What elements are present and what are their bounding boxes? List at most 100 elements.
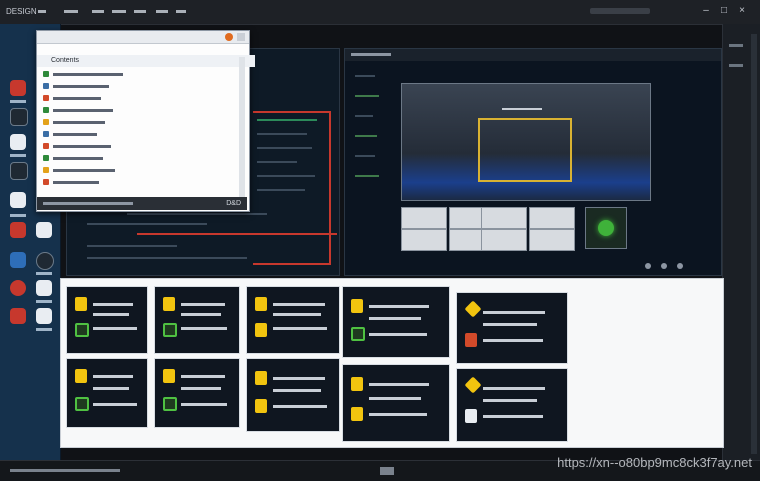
list-item[interactable] [37, 153, 237, 165]
tile-card[interactable] [456, 368, 568, 442]
sidebar-label [10, 100, 26, 103]
transport-controls[interactable] [645, 263, 705, 269]
sidebar-app-icon[interactable] [36, 280, 52, 296]
list-item[interactable] [37, 177, 237, 189]
folder-icon [255, 297, 267, 311]
file-icon [43, 131, 49, 138]
selection-box[interactable] [478, 118, 572, 182]
list-item[interactable] [37, 105, 237, 117]
scrollbar[interactable] [751, 34, 757, 454]
file-icon [43, 119, 49, 126]
file-icon [43, 143, 49, 150]
preview-button[interactable] [401, 229, 447, 251]
sidebar-label [10, 154, 26, 157]
tile-card[interactable] [246, 286, 340, 354]
list-item[interactable] [37, 141, 237, 153]
run-button[interactable] [585, 207, 627, 249]
menu-bar: DESIGN – □ × [0, 0, 760, 25]
minimize-icon[interactable]: – [700, 6, 712, 16]
sidebar-app-icon[interactable] [36, 252, 54, 270]
menu-item[interactable] [134, 10, 146, 13]
sidebar-label [36, 272, 52, 275]
file-icon [43, 83, 49, 90]
menu-item[interactable] [112, 10, 126, 13]
menu-item-file[interactable]: DESIGN [6, 7, 37, 17]
status-text: D&D [226, 200, 241, 207]
scrollbar[interactable] [239, 57, 245, 207]
list-item[interactable] [37, 165, 237, 177]
check-icon [163, 397, 177, 411]
app-icon [465, 409, 477, 423]
menu-item[interactable] [92, 10, 104, 13]
tile-card[interactable] [342, 364, 450, 442]
check-icon [163, 323, 177, 337]
preview-button[interactable] [481, 207, 527, 229]
sidebar-app-icon[interactable] [10, 252, 26, 268]
folder-icon [75, 369, 87, 383]
sidebar-app-icon[interactable] [10, 222, 26, 238]
line-gutter [349, 65, 389, 265]
preview-canvas[interactable] [401, 83, 651, 201]
file-icon [43, 155, 49, 162]
tile-card[interactable] [66, 286, 148, 354]
preview-button[interactable] [481, 229, 527, 251]
sidebar-label [10, 214, 26, 217]
sidebar-app-icon[interactable] [10, 108, 28, 126]
list-header: Contents [37, 55, 255, 67]
maximize-icon[interactable]: □ [718, 6, 730, 16]
folder-icon [255, 371, 267, 385]
sidebar-app-icon[interactable] [10, 134, 26, 150]
file-list [37, 69, 237, 191]
preview-button[interactable] [529, 229, 575, 251]
sidebar-app-icon[interactable] [10, 192, 26, 208]
preview-button[interactable] [401, 207, 447, 229]
list-item[interactable] [37, 93, 237, 105]
sidebar-app-icon[interactable] [10, 162, 28, 180]
check-icon [75, 323, 89, 337]
sidebar-label [36, 300, 52, 303]
file-icon [43, 167, 49, 174]
taskbar-item[interactable] [380, 467, 394, 475]
sidebar-app-icon[interactable] [36, 222, 52, 238]
code-line [257, 119, 317, 121]
tile-card[interactable] [246, 358, 340, 432]
warning-icon [464, 376, 482, 394]
list-item[interactable] [37, 69, 237, 81]
maximize-icon[interactable] [237, 33, 245, 41]
code-line [87, 245, 177, 247]
list-item[interactable] [37, 117, 237, 129]
tile-card[interactable] [154, 286, 240, 354]
tile-card[interactable] [456, 292, 568, 364]
folder-icon [255, 323, 267, 337]
preview-button[interactable] [529, 207, 575, 229]
search-input[interactable] [590, 8, 650, 14]
folder-icon [351, 407, 363, 421]
green-dot-icon [598, 220, 614, 236]
taskbar-item[interactable] [10, 469, 120, 472]
menu-item[interactable] [156, 10, 168, 13]
folder-icon [351, 299, 363, 313]
sidebar-app-icon[interactable] [10, 80, 26, 96]
sidebar-app-icon[interactable] [36, 308, 52, 324]
code-line [257, 133, 307, 135]
close-icon[interactable]: × [736, 6, 748, 16]
code-line [257, 147, 312, 149]
check-icon [75, 397, 89, 411]
close-icon[interactable] [225, 33, 233, 41]
code-line [87, 223, 207, 225]
menu-item[interactable] [38, 10, 46, 13]
folder-icon [255, 399, 267, 413]
list-title: Contents [51, 57, 80, 64]
sidebar-app-icon[interactable] [10, 280, 26, 296]
tile-card[interactable] [342, 286, 450, 358]
sidebar-app-icon[interactable] [10, 308, 26, 324]
menu-item[interactable] [176, 10, 186, 13]
list-item[interactable] [37, 81, 237, 93]
file-icon [43, 95, 49, 102]
tile-card[interactable] [154, 358, 240, 428]
tile-card[interactable] [66, 358, 148, 428]
menu-item[interactable] [64, 10, 78, 13]
sidebar-label [36, 328, 52, 331]
folder-icon [351, 377, 363, 391]
list-item[interactable] [37, 129, 237, 141]
